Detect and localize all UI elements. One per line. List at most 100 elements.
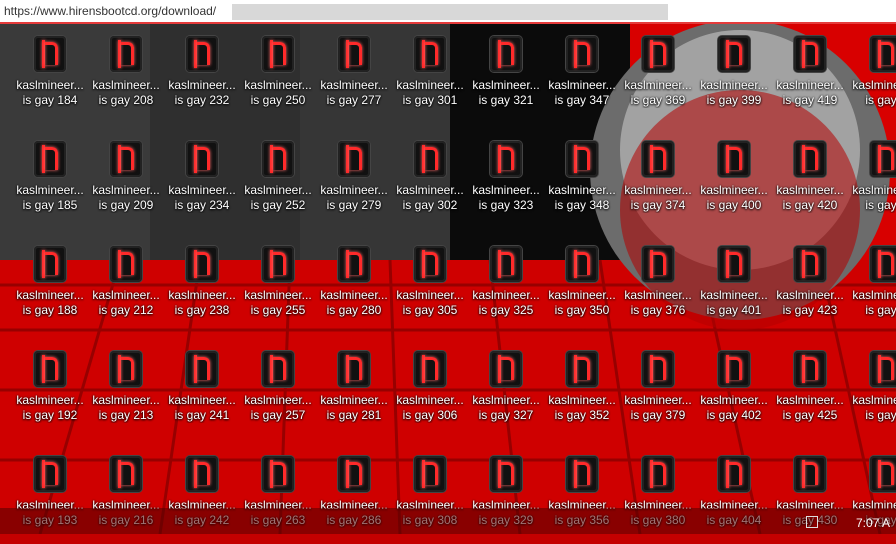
desktop-icon[interactable]: kaslmineer... is gay 379 (620, 339, 696, 439)
desktop-icon[interactable]: kaslmineer... is gay 301 (392, 24, 468, 124)
desktop-icon[interactable]: kaslmineer... is gay 321 (468, 24, 544, 124)
desktop-icon[interactable]: kaslmineer... is gay 241 (164, 339, 240, 439)
desktop-icon[interactable]: kaslmineer... is gay 185 (12, 129, 88, 229)
desktop-icon[interactable]: kaslmineer... is gay 323 (468, 129, 544, 229)
app-icon (186, 141, 218, 177)
app-icon (490, 36, 522, 72)
desktop-icon-label-line2: is gay 238 (174, 303, 230, 317)
app-icon (490, 456, 522, 492)
desktop-icon-label: kaslmineer... (16, 288, 84, 302)
desktop-icon[interactable]: kaslmineer... is gay 184 (12, 24, 88, 124)
desktop-icon[interactable]: kaslmineer... is gay 327 (468, 339, 544, 439)
desktop-icon[interactable]: kaslmineer...is gay 4 (848, 129, 896, 229)
desktop-icon[interactable]: kaslmineer... is gay 325 (468, 234, 544, 334)
desktop-icon[interactable]: kaslmineer... is gay 250 (240, 24, 316, 124)
desktop-icon[interactable]: kaslmineer... is gay 257 (240, 339, 316, 439)
desktop-icon[interactable]: kaslmineer... is gay 399 (696, 24, 772, 124)
desktop-icon-label: kaslmineer... (320, 393, 388, 407)
desktop-icon-label: kaslmineer... (168, 183, 236, 197)
desktop-icon-label-line2: is gay 185 (22, 198, 78, 212)
app-icon (794, 36, 826, 72)
desktop-icon-label-line2: is gay 321 (478, 93, 534, 107)
app-icon (566, 246, 598, 282)
app-icon (34, 141, 66, 177)
app-icon (870, 141, 896, 177)
desktop-icon[interactable]: kaslmineer... is gay 400 (696, 129, 772, 229)
desktop-icon[interactable]: kaslmineer... is gay 402 (696, 339, 772, 439)
desktop-icon[interactable]: kaslmineer... is gay 347 (544, 24, 620, 124)
notification-icon[interactable] (806, 516, 818, 528)
desktop-icon-label: kaslmineer... (244, 78, 312, 92)
desktop-icon[interactable]: kaslmineer... is gay 376 (620, 234, 696, 334)
desktop-icon[interactable]: kaslmineer... is gay 302 (392, 129, 468, 229)
desktop-icon[interactable]: kaslmineer... is gay 188 (12, 234, 88, 334)
app-icon (338, 36, 370, 72)
desktop-icon-label: kaslmineer... (548, 183, 616, 197)
desktop-icon[interactable]: kaslmineer... is gay 255 (240, 234, 316, 334)
desktop-icon[interactable]: kaslmineer... is gay 213 (88, 339, 164, 439)
desktop-icon[interactable]: kaslmineer... is gay 425 (772, 339, 848, 439)
desktop-icon[interactable]: kaslmineer... is gay 305 (392, 234, 468, 334)
desktop-icon[interactable]: kaslmineer... is gay 212 (88, 234, 164, 334)
app-icon (414, 141, 446, 177)
desktop-icon-label: kaslmineer... (472, 393, 540, 407)
app-icon (338, 246, 370, 282)
app-icon (262, 36, 294, 72)
desktop-icon-label: kaslmineer... (776, 183, 844, 197)
desktop-icon[interactable]: kaslmineer... is gay 348 (544, 129, 620, 229)
desktop-icon[interactable]: kaslmineer... is gay 234 (164, 129, 240, 229)
desktop-icon-label: kaslmineer... (700, 288, 768, 302)
app-icon (110, 246, 142, 282)
desktop-icon-label: kaslmineer... (472, 288, 540, 302)
desktop-icon[interactable]: kaslmineer... is gay 374 (620, 129, 696, 229)
desktop-icon[interactable]: kaslmineer...is gay 4 (848, 234, 896, 334)
desktop-icon-label: kaslmineer... (852, 78, 896, 92)
desktop-icon-label: kaslmineer... (548, 393, 616, 407)
app-icon (34, 246, 66, 282)
desktop-icon-label-line2: is gay 252 (250, 198, 306, 212)
desktop-icon[interactable]: kaslmineer... is gay 352 (544, 339, 620, 439)
desktop-icon-grid: kaslmineer... is gay 184 kaslmineer... is g… (0, 24, 896, 527)
desktop-icon[interactable]: kaslmineer... is gay 192 (12, 339, 88, 439)
taskbar-clock[interactable]: 7:07 A (856, 516, 890, 530)
desktop-icon-label: kaslmineer... (624, 393, 692, 407)
app-icon (110, 456, 142, 492)
desktop-icon[interactable]: kaslmineer... is gay 419 (772, 24, 848, 124)
desktop-icon[interactable]: kaslmineer... is gay 277 (316, 24, 392, 124)
desktop-icon-label: kaslmineer... (776, 288, 844, 302)
browser-url-bar[interactable]: https://www.hirensbootcd.org/download/ (0, 0, 896, 24)
desktop-icon-label-line2: is gay 352 (554, 408, 610, 422)
desktop-icon[interactable]: kaslmineer... is gay 281 (316, 339, 392, 439)
desktop-icon[interactable]: kaslmineer... is gay 306 (392, 339, 468, 439)
desktop-icon-label: kaslmineer... (472, 183, 540, 197)
app-icon (870, 246, 896, 282)
desktop-icon[interactable]: kaslmineer... is gay 423 (772, 234, 848, 334)
desktop-icon[interactable]: kaslmineer... is gay 369 (620, 24, 696, 124)
desktop-icon[interactable]: kaslmineer... is gay 209 (88, 129, 164, 229)
desktop-icon-label: kaslmineer... (624, 78, 692, 92)
desktop-icon-label-line2: is gay 348 (554, 198, 610, 212)
desktop-icon[interactable]: kaslmineer... is gay 420 (772, 129, 848, 229)
app-icon (718, 351, 750, 387)
app-icon (870, 456, 896, 492)
desktop-icon[interactable]: kaslmineer...is gay 4 (848, 339, 896, 439)
desktop-icon-label-line2: is gay 347 (554, 93, 610, 107)
desktop-icon[interactable]: kaslmineer...is gay 4 (848, 24, 896, 124)
desktop-icon[interactable]: kaslmineer... is gay 350 (544, 234, 620, 334)
desktop-icon[interactable]: kaslmineer... is gay 279 (316, 129, 392, 229)
desktop-icon-label-line2: is gay 423 (782, 303, 838, 317)
desktop-icon[interactable]: kaslmineer... is gay 238 (164, 234, 240, 334)
desktop-icon[interactable]: kaslmineer... is gay 252 (240, 129, 316, 229)
desktop-icon-label: kaslmineer... (168, 78, 236, 92)
desktop-icon[interactable]: kaslmineer... is gay 208 (88, 24, 164, 124)
desktop-icon[interactable]: kaslmineer... is gay 232 (164, 24, 240, 124)
desktop-icon-label: kaslmineer... (16, 393, 84, 407)
app-icon (414, 456, 446, 492)
app-icon (870, 351, 896, 387)
desktop-icon[interactable]: kaslmineer... is gay 401 (696, 234, 772, 334)
desktop-icon[interactable]: kaslmineer... is gay 280 (316, 234, 392, 334)
desktop-icon-label-line2: is gay 302 (402, 198, 458, 212)
desktop-icon-label-line2: is gay 4 (865, 198, 896, 212)
desktop-icon-label-line2: is gay 4 (865, 93, 896, 107)
desktop-icon-label-line2: is gay 250 (250, 93, 306, 107)
